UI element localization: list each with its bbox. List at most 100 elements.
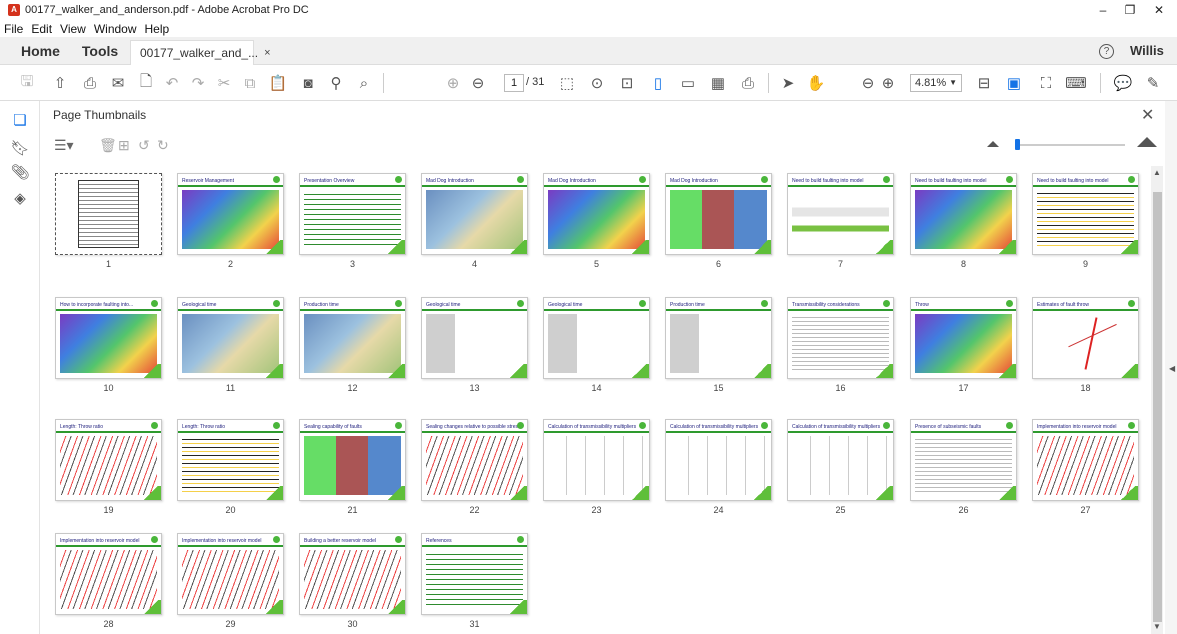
page-thumbnail[interactable]: Sealing capability of faults	[299, 419, 406, 501]
page-thumbnail[interactable]: Mad Dog Introduction	[421, 173, 528, 255]
search-document-icon[interactable]: 🗋	[136, 73, 156, 93]
tools-tab[interactable]: Tools	[82, 43, 118, 59]
page-thumbnail[interactable]: Geological time	[543, 297, 650, 379]
bookmark-icon[interactable]: 🔖︎	[10, 139, 29, 157]
large-thumbnail-icon[interactable]	[1137, 137, 1157, 147]
scroll-mode-icon[interactable]: ▭	[678, 73, 698, 93]
page-thumbnail[interactable]: Throw	[910, 297, 1017, 379]
single-page-icon[interactable]: ▯	[648, 73, 668, 93]
page-thumbnail[interactable]: Geological time	[421, 297, 528, 379]
thumbnail-size-slider[interactable]	[1017, 144, 1125, 146]
page-thumbnail[interactable]: Presence of subseismic faults	[910, 419, 1017, 501]
menu-help[interactable]: Help	[145, 22, 170, 36]
page-thumbnail[interactable]: Need to build faulting into model	[787, 173, 894, 255]
full-screen-icon[interactable]: ⛶	[1036, 73, 1056, 93]
slider-handle[interactable]	[1015, 139, 1020, 150]
page-thumbnail[interactable]: Calculation of transmissibility multipli…	[787, 419, 894, 501]
slide-logo-icon	[883, 300, 890, 307]
keyboard-icon[interactable]: ⌨	[1065, 73, 1087, 93]
delete-page-icon[interactable]: 🗑︎	[99, 137, 117, 154]
page-thumbnails-icon[interactable]: ❏	[12, 111, 28, 129]
two-page-icon[interactable]: ▦	[708, 73, 728, 93]
thumbnail-page-number: 2	[227, 259, 233, 269]
options-menu-icon[interactable]: ☰▾	[54, 137, 74, 154]
close-window-button[interactable]: ✕	[1141, 0, 1177, 20]
zoom-level-select[interactable]: 4.81% ▼	[910, 74, 962, 92]
next-page-icon[interactable]: ⊖	[468, 73, 488, 93]
email-icon[interactable]: ✉	[108, 73, 128, 93]
page-thumbnail[interactable]: Building a better reservoir model	[299, 533, 406, 615]
help-icon[interactable]: ?	[1099, 44, 1114, 59]
save-icon[interactable]: 🖫	[17, 73, 37, 93]
attachment-icon[interactable]: 📎︎	[10, 163, 29, 181]
menu-window[interactable]: Window	[94, 22, 137, 36]
page-thumbnail[interactable]: Implementation into reservoir model	[1032, 419, 1139, 501]
menu-view[interactable]: View	[60, 22, 86, 36]
page-thumbnail[interactable]: Production time	[299, 297, 406, 379]
layers-icon[interactable]: ◈	[12, 189, 28, 207]
user-name[interactable]: Willis	[1130, 43, 1164, 58]
home-tab[interactable]: Home	[21, 43, 60, 59]
page-thumbnail[interactable]: Estimates of fault throw	[1032, 297, 1139, 379]
scrollbar-thumb[interactable]	[1153, 192, 1162, 622]
page-number-input[interactable]: 1	[504, 74, 524, 92]
page-thumbnail[interactable]: Length: Throw ratio	[177, 419, 284, 501]
zoom-out-icon[interactable]: ⊖	[858, 73, 878, 93]
organize-pages-icon[interactable]: ▣	[1004, 73, 1024, 93]
sign-icon[interactable]: ✎	[1143, 73, 1163, 93]
rotate-left-icon[interactable]: ↺	[138, 137, 150, 154]
previous-page-icon[interactable]: ⊕	[443, 73, 463, 93]
document-tab[interactable]: 00177_walker_and_... ×	[130, 40, 271, 65]
comment-icon[interactable]: 💬	[1113, 73, 1133, 93]
page-thumbnail[interactable]: Geological time	[177, 297, 284, 379]
page-thumbnail[interactable]: Presentation Overview	[299, 173, 406, 255]
expand-right-panel-icon[interactable]: ◀	[1169, 364, 1175, 373]
select-text-icon[interactable]: ⬚	[557, 73, 577, 93]
close-panel-icon[interactable]: ✕	[1141, 105, 1154, 125]
paste-icon[interactable]: 📋	[268, 73, 288, 93]
page-thumbnail[interactable]: Reservoir Management	[177, 173, 284, 255]
page-thumbnail[interactable]: Transmissibility considerations	[787, 297, 894, 379]
page-thumbnail[interactable]: Implementation into reservoir model	[55, 533, 162, 615]
find-icon[interactable]: ⚲	[326, 73, 346, 93]
hand-tool-icon[interactable]: ✋	[806, 73, 826, 93]
page-thumbnail[interactable]: Implementation into reservoir model	[177, 533, 284, 615]
insert-page-icon[interactable]: ⊞	[118, 137, 130, 154]
page-thumbnail[interactable]: Calculation of transmissibility multipli…	[665, 419, 772, 501]
page-thumbnail[interactable]: Length: Throw ratio	[55, 419, 162, 501]
small-thumbnail-icon[interactable]	[987, 141, 999, 147]
fit-page-icon[interactable]: ⊡	[617, 73, 637, 93]
page-thumbnail[interactable]: Need to build faulting into model	[1032, 173, 1139, 255]
menu-file[interactable]: File	[4, 22, 23, 36]
page-thumbnail[interactable]	[55, 173, 162, 255]
cut-icon[interactable]: ✂	[214, 73, 234, 93]
thumbnail-page-number: 23	[591, 505, 602, 515]
menu-bar: File Edit View Window Help	[0, 20, 177, 37]
page-thumbnail[interactable]: Sealing changes relative to possible str…	[421, 419, 528, 501]
page-thumbnail[interactable]: Need to build faulting into model	[910, 173, 1017, 255]
page-thumbnail[interactable]: Production time	[665, 297, 772, 379]
slide-logo-icon	[395, 176, 402, 183]
close-tab-icon[interactable]: ×	[264, 47, 270, 59]
page-thumbnail[interactable]: Mad Dog Introduction	[665, 173, 772, 255]
rotate-right-icon[interactable]: ↻	[157, 137, 169, 154]
page-thumbnail[interactable]: How to incorporate faulting into...	[55, 297, 162, 379]
cloud-upload-icon[interactable]: ⇧	[50, 73, 70, 93]
page-thumbnail[interactable]: Calculation of transmissibility multipli…	[543, 419, 650, 501]
scroll-down-icon[interactable]: ▼	[1153, 622, 1161, 631]
advanced-search-icon[interactable]: ⌕	[354, 73, 374, 93]
redo-icon[interactable]: ↷	[188, 73, 208, 93]
scroll-up-icon[interactable]: ▲	[1153, 168, 1161, 177]
print-icon[interactable]: ⎙	[80, 73, 100, 93]
page-thumbnail[interactable]: References	[421, 533, 528, 615]
zoom-in-icon[interactable]: ⊕	[878, 73, 898, 93]
menu-edit[interactable]: Edit	[31, 22, 52, 36]
print-production-icon[interactable]: ⎙	[738, 73, 758, 93]
zoom-search-icon[interactable]: ⊙	[587, 73, 607, 93]
undo-icon[interactable]: ↶	[162, 73, 182, 93]
page-thumbnail[interactable]: Mad Dog Introduction	[543, 173, 650, 255]
copy-icon[interactable]: ⧉	[240, 73, 260, 93]
select-tool-icon[interactable]: ➤	[778, 73, 798, 93]
snapshot-icon[interactable]: ◙	[298, 73, 318, 93]
page-layout-icon[interactable]: ⊟	[974, 73, 994, 93]
